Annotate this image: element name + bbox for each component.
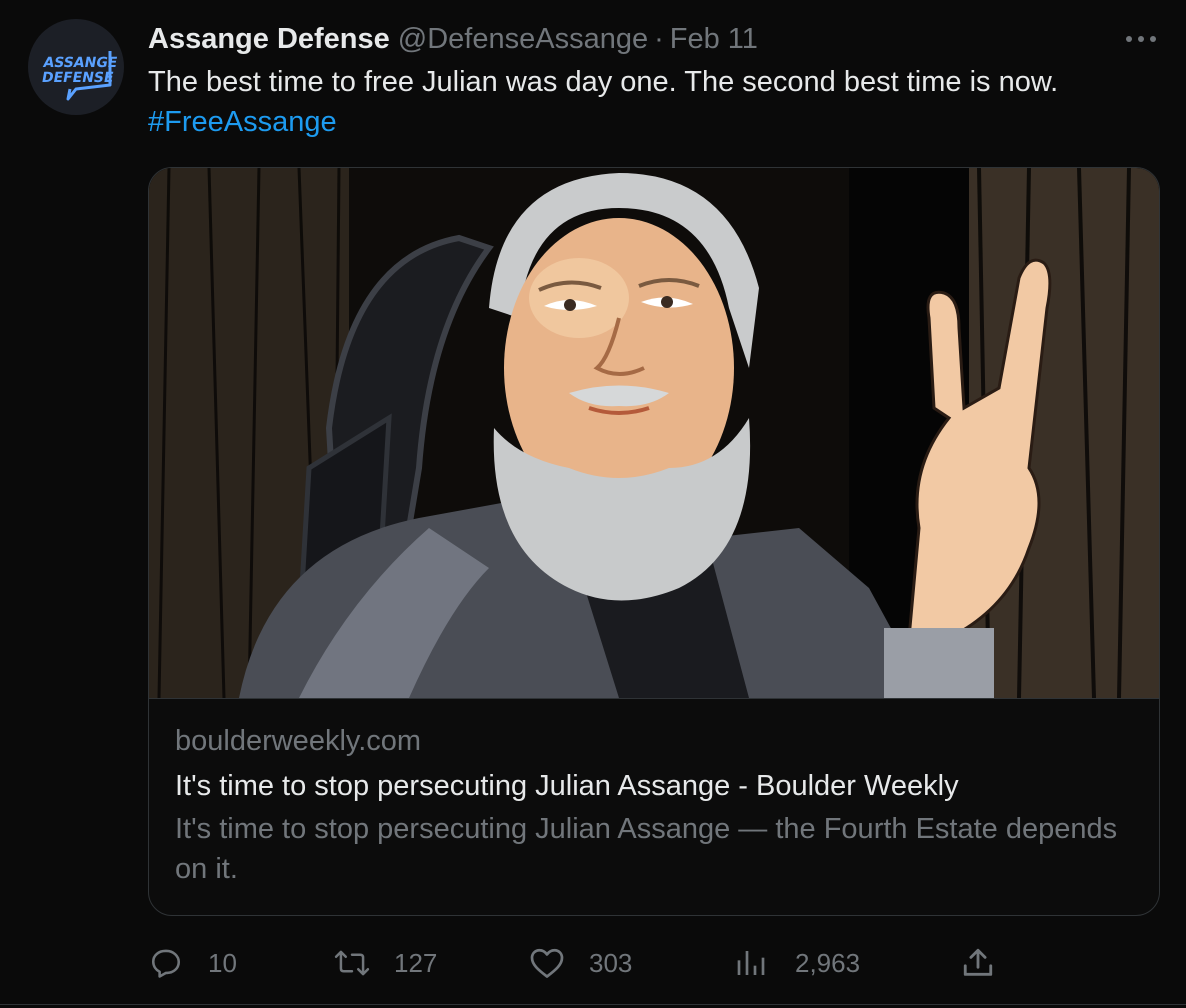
hashtag-link[interactable]: #FreeAssange [148,102,1158,142]
reply-icon [148,945,184,981]
action-bar: 10 127 303 2,963 [148,940,1168,986]
tweet[interactable]: ASSANGE DEFENSE Assange Defense @Defense… [0,0,1186,1008]
divider [0,1004,1186,1005]
avatar[interactable]: ASSANGE DEFENSE [28,19,124,115]
views-icon [733,945,769,981]
display-name[interactable]: Assange Defense [148,23,390,56]
share-button[interactable] [960,940,996,986]
reply-button[interactable]: 10 [148,940,237,986]
share-icon [960,945,996,981]
card-title[interactable]: It's time to stop persecuting Julian Ass… [175,764,1135,808]
separator-dot: · [654,22,664,55]
card-body: boulderweekly.com It's time to stop pers… [175,721,1135,889]
avatar-line1: ASSANGE [42,55,119,71]
handle[interactable]: @DefenseAssange [398,23,648,56]
card-domain: boulderweekly.com [175,725,422,757]
like-count: 303 [589,947,633,978]
tweet-body: The best time to free Julian was day one… [148,66,1059,98]
retweet-button[interactable]: 127 [334,940,437,986]
tweet-header: Assange Defense @DefenseAssange · Feb 11 [148,20,758,58]
retweet-count: 127 [394,947,438,978]
like-icon [529,945,565,981]
like-button[interactable]: 303 [529,940,632,986]
more-button[interactable] [1122,26,1160,52]
views-button[interactable]: 2,963 [733,940,860,986]
card-description: It's time to stop persecuting Julian Ass… [175,813,1118,885]
tweet-text: The best time to free Julian was day one… [148,62,1158,142]
card-image[interactable] [149,168,1159,699]
reply-count: 10 [208,947,237,978]
tweet-date[interactable]: Feb 11 [670,23,758,56]
more-icon [1126,36,1156,42]
link-card[interactable]: boulderweekly.com It's time to stop pers… [148,167,1160,916]
retweet-icon [334,945,370,981]
avatar-line2: DEFENSE [40,70,114,86]
illustration-image [149,168,1159,698]
assange-defense-logo: ASSANGE DEFENSE [40,51,119,101]
views-count: 2,963 [795,947,861,978]
